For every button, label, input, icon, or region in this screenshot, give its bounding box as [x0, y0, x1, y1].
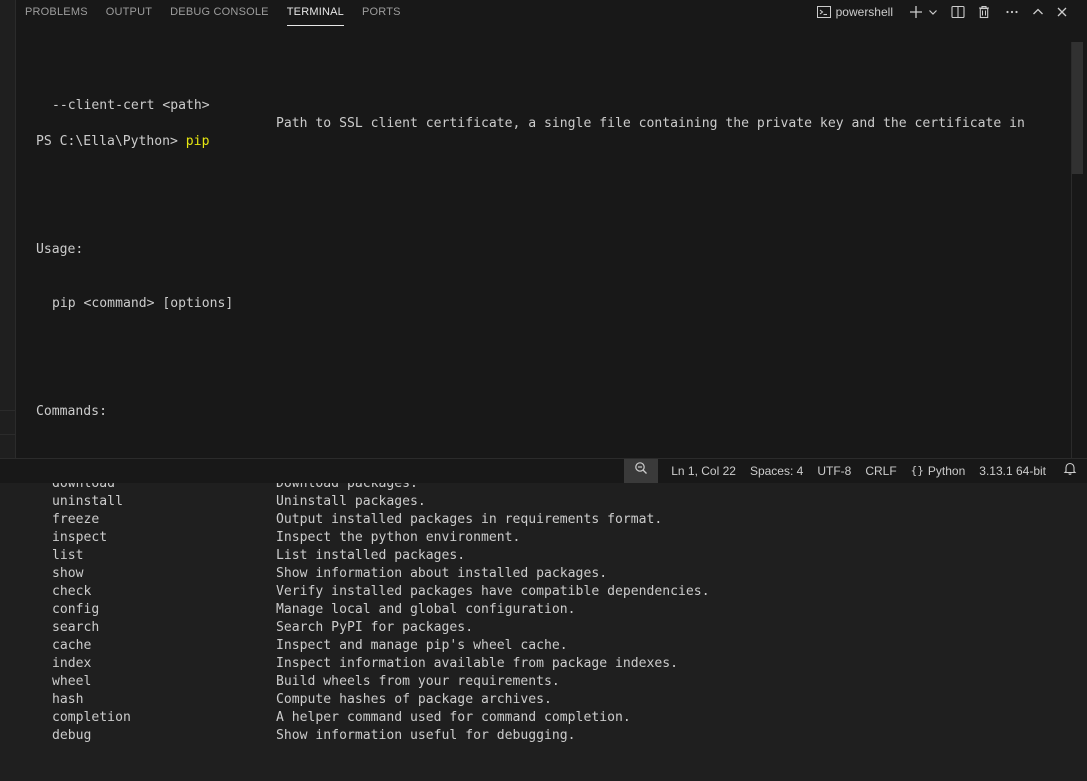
plus-icon: [908, 4, 924, 20]
language-mode[interactable]: {} Python: [904, 459, 973, 483]
end-of-line[interactable]: CRLF: [858, 459, 903, 483]
command-description: Verify installed packages have compatibl…: [276, 584, 710, 599]
encoding[interactable]: UTF-8: [810, 459, 858, 483]
command-row: completion A helper command used for comm…: [36, 709, 631, 727]
command-row: cache Inspect and manage pip's wheel cach…: [36, 637, 568, 655]
command-description: Uninstall packages.: [276, 494, 426, 509]
notifications-button[interactable]: [1053, 459, 1087, 483]
command-description: Show information about installed package…: [276, 566, 608, 581]
tab-problems[interactable]: PROBLEMS: [16, 0, 97, 24]
command-row: search Search PyPI for packages.: [36, 619, 473, 637]
terminal-scrollbar[interactable]: [1072, 42, 1083, 458]
ellipsis-icon: [1004, 4, 1020, 20]
command-description: Inspect the python environment.: [276, 530, 521, 545]
chevron-down-icon: [928, 7, 938, 17]
shell-name: powershell: [835, 5, 893, 19]
command-name: wheel: [52, 674, 92, 689]
tab-ports[interactable]: PORTS: [353, 0, 410, 24]
usage-header: Usage:: [36, 242, 84, 257]
command-row: freeze Output installed packages in requi…: [36, 511, 662, 529]
command-description: Show information useful for debugging.: [276, 728, 576, 743]
command-name: inspect: [52, 530, 108, 545]
split-icon: [950, 4, 966, 20]
typed-command: pip: [185, 134, 210, 149]
command-row: hash Compute hashes of package archives.: [36, 691, 552, 709]
usage-line: pip <command> [options]: [36, 295, 233, 313]
command-name: completion: [52, 710, 131, 725]
status-bar: Ln 1, Col 22 Spaces: 4 UTF-8 CRLF {} Pyt…: [0, 458, 1087, 483]
command-row: debug Show information useful for debuggi…: [36, 727, 576, 745]
commands-header: Commands:: [36, 404, 107, 419]
divider: [0, 434, 15, 435]
command-row: config Manage local and global configurat…: [36, 601, 576, 619]
terminal-shell-selector[interactable]: powershell: [812, 1, 897, 23]
command-name: list: [52, 548, 84, 563]
command-row: wheel Build wheels from your requirements…: [36, 673, 560, 691]
terminal-icon: [816, 4, 832, 20]
command-name: index: [52, 656, 92, 671]
command-description: List installed packages.: [276, 548, 466, 563]
new-terminal-button[interactable]: [905, 1, 927, 23]
command-description: Compute hashes of package archives.: [276, 692, 552, 707]
option-description: Path to SSL client certificate, a single…: [276, 116, 1025, 131]
activity-strip: [0, 0, 15, 458]
tab-terminal[interactable]: TERMINAL: [278, 0, 353, 26]
command-row: index Inspect information available from …: [36, 655, 678, 673]
chevron-up-icon: [1031, 5, 1045, 19]
terminal-line: --client-cert <path> Path to SSL client …: [36, 79, 1025, 131]
command-row: uninstall Uninstall packages.: [36, 493, 426, 511]
command-description: Build wheels from your requirements.: [276, 674, 560, 689]
command-description: Manage local and global configuration.: [276, 602, 576, 617]
braces-icon: {}: [910, 464, 924, 477]
command-name: cache: [52, 638, 92, 653]
cursor-position[interactable]: Ln 1, Col 22: [664, 459, 743, 483]
command-description: A helper command used for command comple…: [276, 710, 631, 725]
usage-text: pip <command> [options]: [52, 296, 234, 311]
close-icon: [1055, 5, 1069, 19]
command-name: uninstall: [52, 494, 123, 509]
command-name: check: [52, 584, 92, 599]
command-name: search: [52, 620, 100, 635]
indentation[interactable]: Spaces: 4: [743, 459, 810, 483]
more-actions-button[interactable]: [1001, 1, 1023, 23]
command-row: list List installed packages.: [36, 547, 465, 565]
panel-tabs: PROBLEMS OUTPUT DEBUG CONSOLE TERMINAL P…: [16, 0, 410, 26]
python-interpreter[interactable]: 3.13.1 64-bit: [972, 459, 1053, 483]
tab-output[interactable]: OUTPUT: [97, 0, 161, 24]
command-description: Inspect and manage pip's wheel cache.: [276, 638, 568, 653]
split-terminal-button[interactable]: [947, 1, 969, 23]
command-description: Inspect information available from packa…: [276, 656, 679, 671]
command-row: check Verify installed packages have comp…: [36, 583, 710, 601]
terminal-output[interactable]: --client-cert <path> Path to SSL client …: [36, 43, 1025, 781]
command-name: hash: [52, 692, 84, 707]
close-panel-button[interactable]: [1051, 1, 1073, 23]
option-name: --client-cert <path>: [52, 98, 210, 113]
command-name: show: [52, 566, 84, 581]
command-name: freeze: [52, 512, 100, 527]
terminal-panel: PROBLEMS OUTPUT DEBUG CONSOLE TERMINAL P…: [15, 0, 1087, 743]
command-description: Search PyPI for packages.: [276, 620, 474, 635]
status-bar-right: Ln 1, Col 22 Spaces: 4 UTF-8 CRLF {} Pyt…: [624, 459, 1087, 483]
zoom-button[interactable]: [624, 459, 659, 483]
bell-icon: [1063, 459, 1077, 483]
language-label: Python: [927, 464, 966, 478]
command-name: debug: [52, 728, 92, 743]
command-list: installInstall packages.downloadDownload…: [36, 457, 710, 745]
kill-terminal-button[interactable]: [973, 1, 995, 23]
trash-icon: [976, 4, 992, 20]
launch-profile-button[interactable]: [927, 1, 939, 23]
command-row: show Show information about installed pac…: [36, 565, 607, 583]
command-description: Output installed packages in requirement…: [276, 512, 663, 527]
divider: [0, 410, 15, 411]
panel-actions: powershell: [812, 0, 1073, 24]
tab-debug-console[interactable]: DEBUG CONSOLE: [161, 0, 278, 24]
command-name: config: [52, 602, 100, 617]
scrollbar-thumb[interactable]: [1072, 42, 1083, 174]
maximize-panel-button[interactable]: [1027, 1, 1049, 23]
command-row: inspect Inspect the python environment.: [36, 529, 520, 547]
zoom-out-icon: [634, 459, 648, 483]
